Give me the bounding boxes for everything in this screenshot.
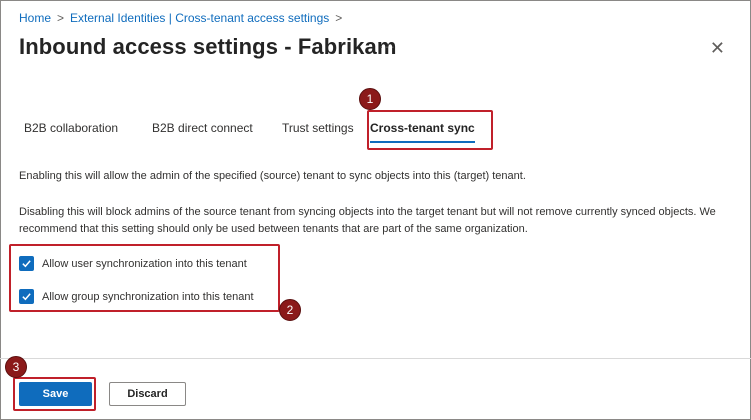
breadcrumb-separator: > bbox=[335, 11, 343, 25]
footer-divider bbox=[0, 358, 751, 359]
tab-trust-settings[interactable]: Trust settings bbox=[270, 112, 358, 145]
page-title: Inbound access settings - Fabrikam bbox=[19, 34, 397, 59]
disable-description: Disabling this will block admins of the … bbox=[19, 206, 716, 235]
step-badge-1: 1 bbox=[359, 88, 381, 110]
tab-b2b-direct-connect[interactable]: B2B direct connect bbox=[140, 112, 270, 145]
breadcrumb-parent-link[interactable]: External Identities | Cross-tenant acces… bbox=[70, 11, 329, 25]
discard-button[interactable]: Discard bbox=[109, 382, 186, 406]
step-badge-3: 3 bbox=[5, 356, 27, 378]
user-sync-label: Allow user synchronization into this ten… bbox=[42, 257, 247, 270]
checkmark-icon bbox=[22, 260, 31, 268]
breadcrumb: Home > External Identities | Cross-tenan… bbox=[19, 11, 342, 25]
user-sync-option: Allow user synchronization into this ten… bbox=[19, 256, 247, 271]
group-sync-checkbox[interactable] bbox=[19, 289, 34, 304]
close-icon[interactable]: ✕ bbox=[710, 38, 725, 59]
breadcrumb-separator: > bbox=[57, 11, 65, 25]
save-button[interactable]: Save bbox=[19, 382, 92, 406]
user-sync-checkbox[interactable] bbox=[19, 256, 34, 271]
tab-b2b-collaboration[interactable]: B2B collaboration bbox=[12, 112, 140, 145]
step-badge-2: 2 bbox=[279, 299, 301, 321]
checkmark-icon bbox=[22, 293, 31, 301]
enable-description: Enabling this will allow the admin of th… bbox=[19, 170, 526, 182]
group-sync-option: Allow group synchronization into this te… bbox=[19, 289, 254, 304]
breadcrumb-home-link[interactable]: Home bbox=[19, 11, 51, 25]
more-options-icon[interactable]: ··· bbox=[379, 38, 396, 54]
annotation-highlight-tab bbox=[367, 110, 493, 150]
group-sync-label: Allow group synchronization into this te… bbox=[42, 290, 254, 303]
